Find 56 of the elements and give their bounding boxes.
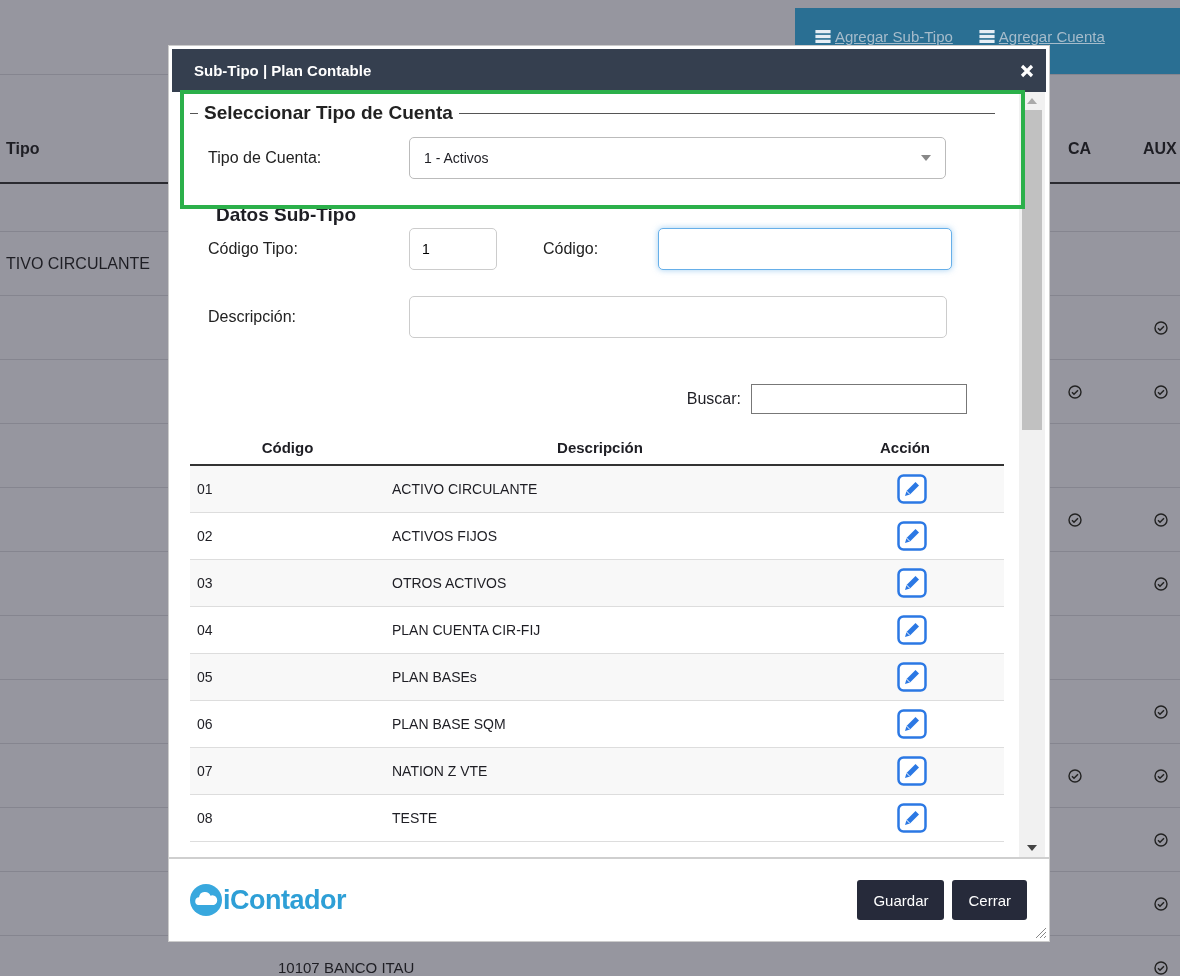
table-cell-text: PLAN BASEs <box>391 669 478 685</box>
column-header: AUX <box>1142 139 1178 158</box>
account-type-dropdown[interactable]: 1 - Activos <box>409 137 946 179</box>
cloud-logo-icon <box>189 883 223 917</box>
scrollbar[interactable] <box>1019 92 1045 857</box>
dialog-button[interactable]: Guardar <box>857 880 945 920</box>
table-cell-text: 04 <box>196 622 214 638</box>
column-header: Código <box>260 438 315 456</box>
dropdown-value: 1 - Activos <box>424 150 489 166</box>
column-header: Acción <box>879 438 931 456</box>
field-label: Descripción: <box>207 308 298 326</box>
edit-icon[interactable] <box>897 615 927 645</box>
table-cell-text: 05 <box>196 669 214 685</box>
table-cell-text: 01 <box>196 481 214 497</box>
table-cell-text: 08 <box>196 810 214 826</box>
edit-icon[interactable] <box>897 662 927 692</box>
input-field[interactable] <box>409 296 947 338</box>
table-cell: 10107 BANCO ITAU <box>278 959 415 976</box>
table-cell: TIVO CIRCULANTE <box>6 254 150 272</box>
edit-icon[interactable] <box>897 803 927 833</box>
table-cell-text: OTROS ACTIVOS <box>391 575 508 591</box>
list-icon <box>815 29 831 43</box>
table-cell-text: TESTE <box>391 810 439 826</box>
table-cell-text: 06 <box>196 716 214 732</box>
table-cell-text: NATION Z VTE <box>391 763 489 779</box>
dialog-title: Sub-Tipo | Plan Contable <box>194 62 372 79</box>
logo-text: iContador <box>223 884 346 916</box>
scroll-down-icon[interactable] <box>1027 845 1037 851</box>
dialog-button[interactable]: Cerrar <box>952 880 1027 920</box>
table-cell-text: 02 <box>196 528 214 544</box>
table-cell-text: ACTIVOS FIJOS <box>391 528 498 544</box>
table-cell-text: PLAN BASE SQM <box>391 716 507 732</box>
table-cell-text: 03 <box>196 575 214 591</box>
edit-icon[interactable] <box>897 756 927 786</box>
list-icon <box>978 29 995 43</box>
input-field[interactable]: 1 <box>409 228 497 270</box>
resize-grip-icon[interactable] <box>1035 927 1047 939</box>
field-label: Código Tipo: <box>207 240 299 258</box>
input-field[interactable] <box>658 228 952 270</box>
column-header: Descripción <box>556 438 644 456</box>
search-field[interactable] <box>751 384 967 414</box>
edit-icon[interactable] <box>897 709 927 739</box>
close-icon[interactable] <box>1020 63 1034 78</box>
edit-icon[interactable] <box>897 521 927 551</box>
column-header: Tipo <box>5 139 41 158</box>
table-cell-text: PLAN CUENTA CIR-FIJ <box>391 622 542 638</box>
edit-icon[interactable] <box>897 474 927 504</box>
column-header: CA <box>1067 139 1093 158</box>
table-cell-text: ACTIVO CIRCULANTE <box>391 481 539 497</box>
section-title: Seleccionar Tipo de Cuenta <box>204 102 453 124</box>
caret-icon <box>921 155 931 161</box>
field-label: Código: <box>542 240 600 258</box>
edit-icon[interactable] <box>897 568 927 598</box>
field-label: Tipo de Cuenta: <box>207 149 323 167</box>
table-cell-text: 07 <box>196 763 214 779</box>
search-label: Buscar: <box>686 390 741 408</box>
